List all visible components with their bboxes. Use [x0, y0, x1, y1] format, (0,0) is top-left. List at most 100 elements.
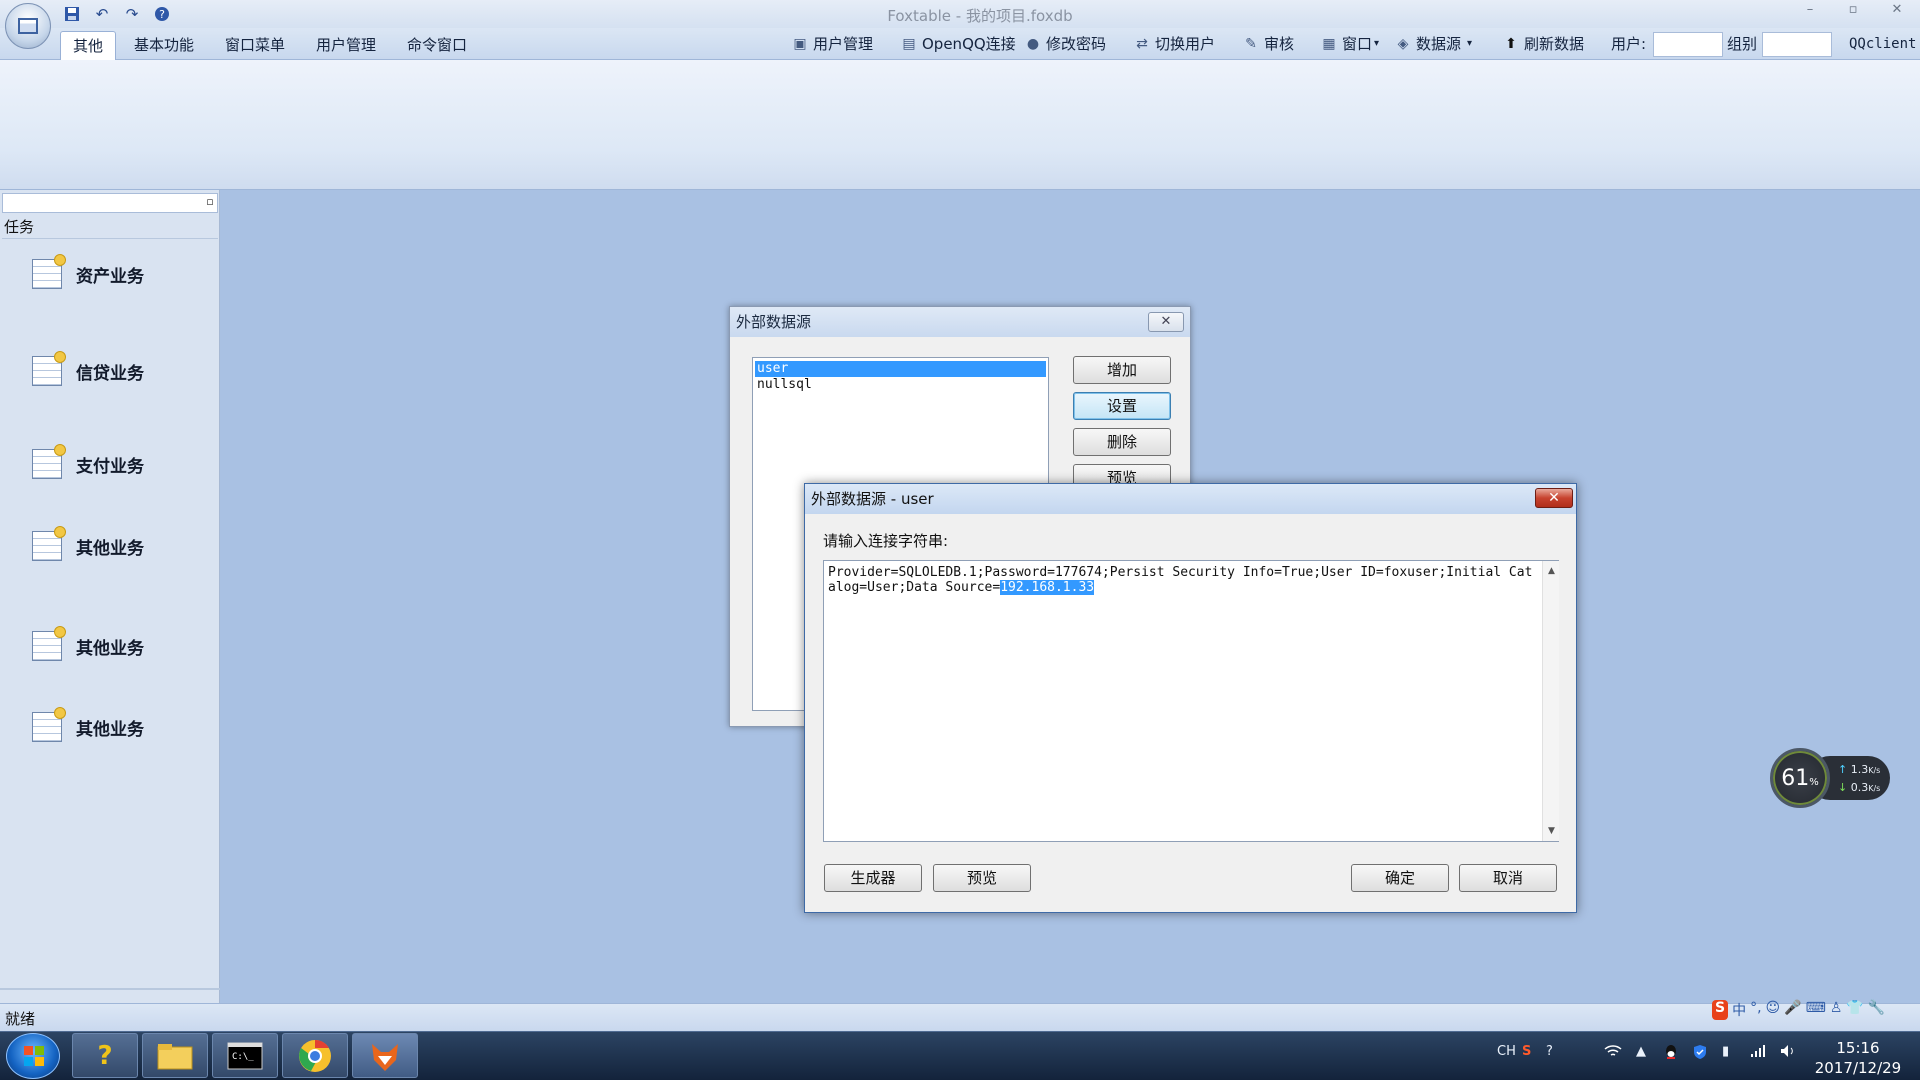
- connect-icon: ▤: [902, 36, 916, 52]
- window-dropdown-button[interactable]: ▦ 窗口 ▾: [1320, 31, 1379, 57]
- generator-button[interactable]: 生成器: [824, 864, 922, 892]
- upload-speed: ↑ 1.3K/s: [1838, 761, 1890, 779]
- audit-button[interactable]: ✎ 审核: [1242, 31, 1294, 57]
- connection-string-input[interactable]: Provider=SQLOLEDB.1;Password=177674;Pers…: [823, 560, 1559, 842]
- skin-icon[interactable]: 👕: [1846, 1000, 1863, 1020]
- connection-string-value: Provider=SQLOLEDB.1;Password=177674;Pers…: [828, 565, 1533, 595]
- vertical-scrollbar[interactable]: ▲ ▼: [1542, 561, 1559, 841]
- fox-icon: [372, 1043, 398, 1071]
- change-password-button[interactable]: ● 修改密码: [1024, 31, 1106, 57]
- shield-icon[interactable]: [1692, 1044, 1708, 1064]
- microphone-icon[interactable]: 🎤: [1784, 1000, 1801, 1020]
- openqq-label: OpenQQ连接: [922, 35, 1016, 53]
- chevron-down-icon: ▾: [1467, 38, 1473, 49]
- list-item[interactable]: nullsql: [755, 377, 1046, 393]
- task-item-label: 其他业务: [76, 719, 144, 740]
- user-input[interactable]: [1653, 32, 1723, 57]
- task-item-assets[interactable]: 资产业务: [32, 254, 144, 290]
- scroll-up-icon[interactable]: ▲: [1543, 563, 1560, 580]
- device-icon[interactable]: ▮: [1722, 1044, 1729, 1059]
- wrench-icon[interactable]: 🔧: [1868, 1000, 1885, 1020]
- cpu-value: 61: [1781, 765, 1810, 791]
- user-management-button[interactable]: ▣ 用户管理: [791, 31, 873, 57]
- task-item-payment[interactable]: 支付业务: [32, 444, 144, 480]
- clock-time: 15:16: [1836, 1039, 1880, 1057]
- task-item-other-3[interactable]: 其他业务: [32, 707, 144, 743]
- panel-divider: [2, 238, 218, 239]
- datasource-dropdown-button[interactable]: ◈ 数据源 ▾: [1394, 31, 1472, 57]
- volume-icon[interactable]: [1780, 1044, 1796, 1062]
- list-item[interactable]: user: [755, 361, 1046, 377]
- task-panel: [0, 190, 220, 1005]
- refresh-data-button[interactable]: ⬆ 刷新数据: [1502, 31, 1584, 57]
- chinese-mode-icon[interactable]: 中: [1732, 1000, 1746, 1020]
- task-item-other-1[interactable]: 其他业务: [32, 526, 144, 562]
- emoji-icon[interactable]: ☺: [1766, 1000, 1781, 1020]
- datasource-icon: ◈: [1397, 36, 1409, 52]
- signal-icon[interactable]: [1750, 1044, 1766, 1062]
- help-app-icon: ?: [97, 1040, 113, 1071]
- preview-button[interactable]: 预览: [933, 864, 1031, 892]
- switch-user-button[interactable]: ⇄ 切换用户: [1133, 31, 1215, 57]
- taskbar-foxtable[interactable]: [352, 1033, 418, 1078]
- refresh-data-label: 刷新数据: [1524, 35, 1585, 53]
- sogou-tray-icon[interactable]: S: [1522, 1044, 1531, 1059]
- punctuation-icon[interactable]: °,: [1750, 1000, 1761, 1020]
- task-item-label: 信贷业务: [76, 363, 144, 384]
- task-item-credit[interactable]: 信贷业务: [32, 351, 144, 387]
- selected-ip-text: 192.168.1.33: [1000, 580, 1095, 595]
- tab-basic[interactable]: 基本功能: [122, 31, 206, 60]
- terminal-icon: C:\_: [227, 1042, 263, 1069]
- connection-string-text[interactable]: Provider=SQLOLEDB.1;Password=177674;Pers…: [828, 565, 1534, 595]
- keyboard-icon[interactable]: ⌨: [1806, 1000, 1826, 1020]
- panel-header-strip: [2, 193, 218, 213]
- help-tray-icon[interactable]: ?: [1546, 1044, 1553, 1059]
- delete-button[interactable]: 删除: [1073, 428, 1171, 456]
- start-button[interactable]: [6, 1033, 60, 1079]
- group-input[interactable]: [1762, 32, 1832, 57]
- qq-icon[interactable]: [1664, 1044, 1678, 1064]
- task-item-label: 其他业务: [76, 638, 144, 659]
- app-menu-button[interactable]: [5, 3, 51, 49]
- sogou-icon[interactable]: S: [1712, 1000, 1729, 1020]
- pin-icon[interactable]: ▫: [204, 195, 216, 209]
- cpu-usage-gauge[interactable]: 61%: [1770, 748, 1830, 808]
- status-text: 就绪: [5, 1010, 36, 1028]
- openqq-button[interactable]: ▤ OpenQQ连接: [900, 31, 1016, 57]
- wifi-icon[interactable]: [1604, 1044, 1622, 1062]
- add-button[interactable]: 增加: [1073, 356, 1171, 384]
- taskbar-cmd[interactable]: C:\_: [212, 1033, 278, 1078]
- show-hidden-icons-icon[interactable]: ▲: [1636, 1044, 1646, 1059]
- settings-button[interactable]: 设置: [1073, 392, 1171, 420]
- tab-other[interactable]: 其他: [60, 31, 117, 60]
- minimize-button[interactable]: –: [1795, 2, 1825, 24]
- tab-window-menu[interactable]: 窗口菜单: [213, 31, 297, 60]
- tab-command[interactable]: 命令窗口: [395, 31, 479, 60]
- ok-button[interactable]: 确定: [1351, 864, 1449, 892]
- switch-user-label: 切换用户: [1155, 35, 1216, 53]
- scroll-down-icon[interactable]: ▼: [1543, 823, 1560, 840]
- table-icon: [32, 444, 66, 479]
- ime-toolbar[interactable]: S 中 °, ☺ 🎤 ⌨ ♙ 👕 🔧: [1712, 1000, 1885, 1020]
- maximize-button[interactable]: ▫: [1838, 2, 1868, 24]
- system-clock[interactable]: 15:16 2017/12/29: [1808, 1038, 1908, 1078]
- user-management-label: 用户管理: [813, 35, 874, 53]
- connection-string-dialog-title: 外部数据源 - user: [805, 484, 1576, 514]
- close-window-button[interactable]: ✕: [1882, 2, 1912, 24]
- cancel-button[interactable]: 取消: [1459, 864, 1557, 892]
- table-icon: [32, 707, 66, 742]
- table-icon: [32, 254, 66, 289]
- taskbar-browser[interactable]: [282, 1033, 348, 1078]
- close-icon[interactable]: ✕: [1148, 312, 1184, 332]
- task-item-other-2[interactable]: 其他业务: [32, 626, 144, 662]
- taskbar-explorer[interactable]: [142, 1033, 208, 1078]
- cpu-unit: %: [1809, 776, 1819, 788]
- taskbar-help-app[interactable]: ?: [72, 1033, 138, 1078]
- tab-user-mgmt[interactable]: 用户管理: [304, 31, 388, 60]
- download-unit: K/s: [1868, 784, 1881, 793]
- input-language[interactable]: CH: [1497, 1044, 1516, 1059]
- group-field-label: 组别: [1727, 35, 1758, 53]
- connection-string-prompt: 请输入连接字符串:: [823, 532, 949, 550]
- close-icon[interactable]: ✕: [1535, 488, 1573, 508]
- user-icon[interactable]: ♙: [1830, 1000, 1843, 1020]
